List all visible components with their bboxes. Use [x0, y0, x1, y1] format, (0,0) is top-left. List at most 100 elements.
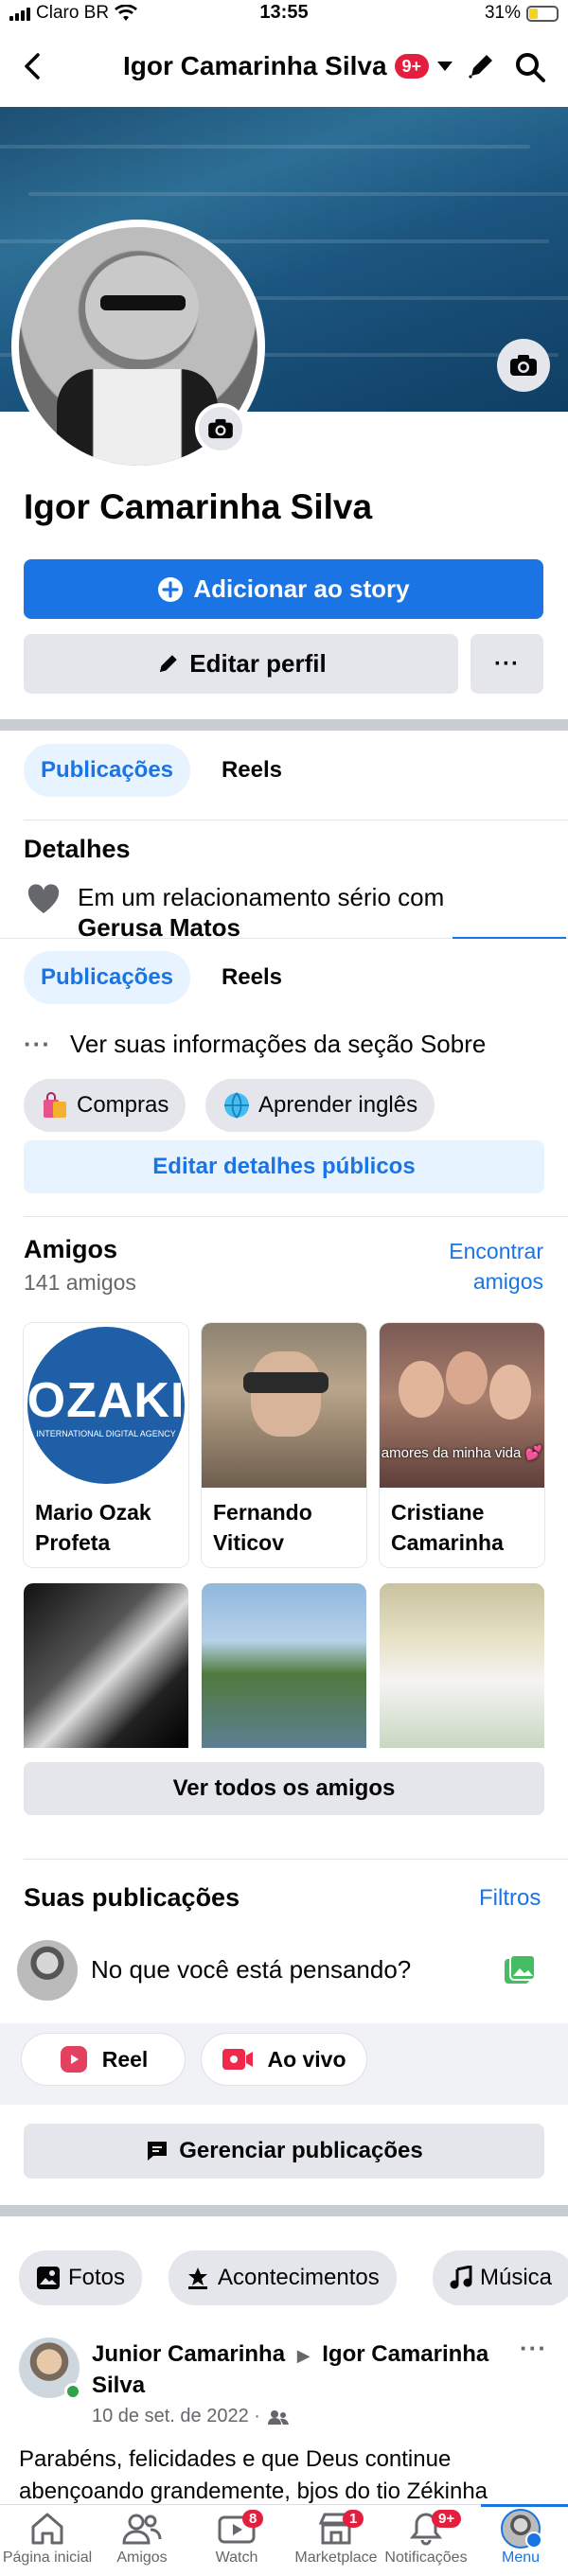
globe-icon: [224, 1092, 249, 1119]
manage-posts-button[interactable]: Gerenciar publicações: [24, 2124, 544, 2179]
add-to-story-button[interactable]: Adicionar ao story: [24, 559, 543, 619]
add-to-story-label: Adicionar ao story: [193, 574, 410, 603]
tab-marketplace[interactable]: 1 Marketplace: [284, 2508, 388, 2576]
see-all-friends-button[interactable]: Ver todos os amigos: [24, 1762, 544, 1815]
section-divider: [0, 2205, 568, 2216]
chip-shopping-label: Compras: [77, 1092, 169, 1118]
friends-title: Amigos: [24, 1235, 118, 1263]
ozaki-logo-sub: INTERNATIONAL DIGITAL AGENCY: [36, 1429, 176, 1438]
friend-name: Fernando Viticov: [213, 1500, 312, 1555]
tab-menu-label: Menu: [501, 2550, 541, 2566]
camera-icon: [208, 418, 233, 439]
partner-link[interactable]: Gerusa Matos: [78, 913, 240, 942]
divider: [24, 1859, 568, 1860]
edit-profile-button[interactable]: Editar perfil: [24, 634, 458, 694]
profile-header: Igor Camarinha Silva 9+: [0, 38, 568, 95]
filters-link[interactable]: Filtros: [479, 1885, 541, 1912]
tab-reels[interactable]: Reels: [210, 744, 293, 797]
music-note-icon: [450, 2266, 472, 2289]
plus-circle-icon: [158, 576, 184, 602]
post-options-button[interactable]: ···: [520, 2334, 547, 2363]
friends-count: 141 amigos: [24, 1270, 136, 1295]
about-info-label: Ver suas informações da seção Sobre: [69, 1030, 487, 1058]
friend-photo: [202, 1323, 366, 1488]
arrow-right-icon: ▶: [296, 2346, 311, 2365]
photo-gallery-icon[interactable]: [503, 1953, 537, 1987]
ellipsis-icon: ···: [24, 1030, 51, 1058]
avatar-camera-button[interactable]: [195, 403, 246, 454]
tab-home-label: Página inicial: [2, 2550, 93, 2566]
status-bar: Claro BR 13:55 31%: [0, 0, 568, 26]
divider: [24, 1216, 568, 1217]
status-time: 13:55: [259, 2, 309, 23]
filter-photos-chip[interactable]: Fotos: [19, 2250, 143, 2305]
live-label: Ao vivo: [267, 2046, 346, 2072]
tab-notifications[interactable]: 9+ Notificações: [379, 2508, 473, 2576]
friend-photo: OZAKI INTERNATIONAL DIGITAL AGENCY: [24, 1323, 188, 1488]
camera-icon: [510, 355, 537, 376]
tab-home[interactable]: Página inicial: [0, 2508, 95, 2576]
friend-card[interactable]: amores da minha vida 💕 Cristiane Camarin…: [380, 1323, 544, 1567]
find-friends-link[interactable]: Encontrar amigos: [437, 1236, 543, 1297]
composer-input[interactable]: No que você está pensando?: [91, 1955, 411, 1985]
friend-card[interactable]: Fernando Viticov: [202, 1323, 366, 1567]
manage-posts-label: Gerenciar publicações: [179, 2138, 423, 2163]
filter-events-chip[interactable]: Acontecimentos: [169, 2250, 397, 2305]
tab-watch[interactable]: 8 Watch: [189, 2508, 284, 2576]
friend-name: Cristiane Camarinha: [391, 1500, 504, 1555]
more-options-button[interactable]: ···: [470, 634, 543, 694]
friends-audience-icon[interactable]: [267, 2409, 289, 2425]
header-badge: 9+: [394, 54, 430, 79]
post-meta: 10 de set. de 2022 ·: [92, 2406, 289, 2427]
home-icon: [31, 2513, 63, 2545]
relationship-status: Em um relacionamento sério com Gerusa Ma…: [78, 882, 551, 943]
header-title-dropdown[interactable]: Igor Camarinha Silva 9+: [123, 51, 453, 81]
photos-icon: [37, 2267, 60, 2289]
back-arrow-icon[interactable]: [21, 51, 44, 81]
sticky-tab-reels[interactable]: Reels: [210, 951, 293, 1004]
section-divider: [0, 719, 568, 731]
chip-shopping[interactable]: Compras: [24, 1079, 186, 1132]
friend-photo[interactable]: [380, 1583, 544, 1748]
post-text: Parabéns, felicidades e que Deus continu…: [19, 2446, 488, 2504]
photo-caption: amores da minha vida 💕: [381, 1445, 543, 1461]
tab-friends[interactable]: Amigos: [95, 2508, 189, 2576]
edit-public-details-button[interactable]: Editar detalhes públicos: [24, 1140, 544, 1193]
reel-icon: [60, 2046, 87, 2073]
tab-menu[interactable]: Menu: [473, 2508, 568, 2576]
reel-label: Reel: [101, 2046, 149, 2072]
about-info-link[interactable]: ··· Ver suas informações da seção Sobre: [24, 1030, 486, 1059]
heart-icon: [27, 884, 60, 913]
post-date[interactable]: 10 de set. de 2022 ·: [92, 2406, 260, 2427]
edit-profile-label: Editar perfil: [189, 649, 327, 678]
your-posts-title: Suas publicações: [24, 1883, 240, 1912]
edit-pencil-icon[interactable]: [466, 51, 496, 81]
header-title: Igor Camarinha Silva: [123, 51, 387, 80]
sticky-tab-posts[interactable]: Publicações: [24, 951, 190, 1004]
caret-down-icon: [437, 62, 453, 71]
tab-posts[interactable]: Publicações: [24, 744, 190, 797]
active-tab-indicator: [481, 2504, 568, 2507]
flag-star-icon: [188, 2267, 207, 2289]
filter-music-chip[interactable]: Música: [433, 2250, 568, 2305]
friend-photo[interactable]: [202, 1583, 366, 1748]
battery-icon: [526, 5, 559, 22]
friend-photo[interactable]: [24, 1583, 188, 1748]
friends-icon: [122, 2514, 162, 2545]
search-icon[interactable]: [514, 51, 546, 83]
watch-badge: 8: [242, 2510, 264, 2528]
composer-avatar[interactable]: [17, 1940, 78, 2001]
chip-learn-english-label: Aprender inglês: [258, 1092, 418, 1118]
reel-button[interactable]: Reel: [21, 2033, 186, 2086]
chip-learn-english[interactable]: Aprender inglês: [205, 1079, 435, 1132]
live-button[interactable]: Ao vivo: [201, 2033, 367, 2086]
live-video-icon: [222, 2049, 254, 2070]
friend-card[interactable]: OZAKI INTERNATIONAL DIGITAL AGENCY Mario…: [24, 1323, 188, 1567]
post-author-link[interactable]: Junior Camarinha: [92, 2341, 285, 2367]
marketplace-badge: 1: [343, 2510, 364, 2528]
profile-name: Igor Camarinha Silva: [24, 487, 373, 526]
filter-music-label: Música: [480, 2265, 553, 2290]
post-header: Junior Camarinha ▶ Igor Camarinha Silva: [92, 2339, 508, 2401]
cover-camera-button[interactable]: [497, 339, 550, 392]
shopping-bags-icon: [44, 1092, 66, 1118]
